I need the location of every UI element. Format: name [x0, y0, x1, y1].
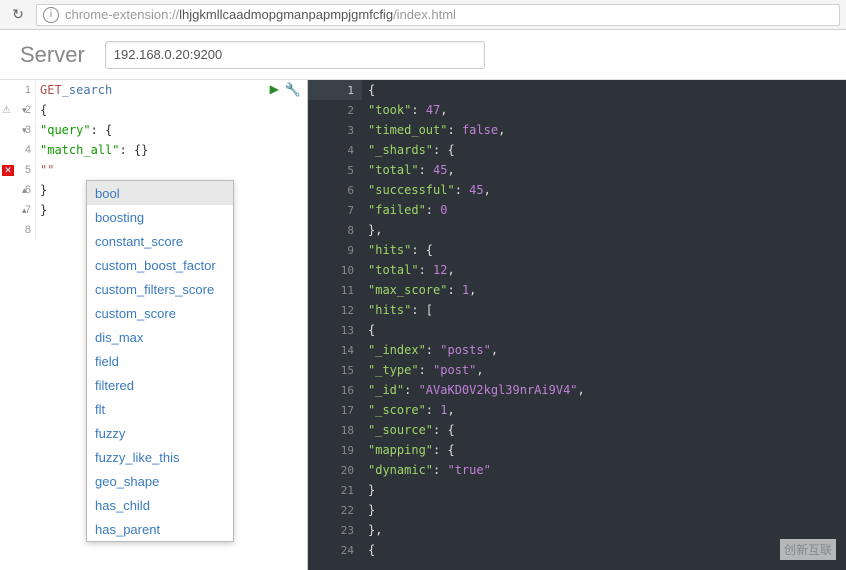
- response-gutter-line: 8: [308, 220, 362, 240]
- autocomplete-item[interactable]: filtered: [87, 373, 233, 397]
- left-gutter: 12▾⚠3▾45✕6▴7▴8: [0, 80, 36, 240]
- gutter-line: 3▾: [0, 120, 35, 140]
- autocomplete-popup: boolboostingconstant_scorecustom_boost_f…: [86, 180, 234, 542]
- response-line: },: [368, 520, 846, 540]
- editor-line[interactable]: "match_all": {}: [40, 140, 307, 160]
- response-gutter-line: 9: [308, 240, 362, 260]
- autocomplete-item[interactable]: constant_score: [87, 229, 233, 253]
- response-line: }: [368, 500, 846, 520]
- watermark: 创新互联: [780, 539, 836, 560]
- response-line: "_source": {: [368, 420, 846, 440]
- response-gutter-line: 14: [308, 340, 362, 360]
- autocomplete-item[interactable]: has_parent: [87, 517, 233, 541]
- autocomplete-item[interactable]: geo_shape: [87, 469, 233, 493]
- autocomplete-item[interactable]: dis_max: [87, 325, 233, 349]
- reload-button[interactable]: ↻: [6, 3, 30, 27]
- autocomplete-item[interactable]: fuzzy: [87, 421, 233, 445]
- response-gutter-line: 2: [308, 100, 362, 120]
- main-split: ▶ 🔧 12▾⚠3▾45✕6▴7▴8 GET _search{ "query":…: [0, 80, 846, 570]
- response-gutter-line: 1: [308, 80, 362, 100]
- server-bar: Server: [0, 30, 846, 80]
- response-gutter-line: 11: [308, 280, 362, 300]
- response-line: {: [368, 80, 846, 100]
- autocomplete-item[interactable]: custom_filters_score: [87, 277, 233, 301]
- response-line: "_type": "post",: [368, 360, 846, 380]
- response-gutter-line: 18: [308, 420, 362, 440]
- gutter-line: 7▴: [0, 200, 35, 220]
- response-gutter-line: 16: [308, 380, 362, 400]
- autocomplete-item[interactable]: custom_boost_factor: [87, 253, 233, 277]
- response-gutter-line: 24: [308, 540, 362, 560]
- response-line: "successful": 45,: [368, 180, 846, 200]
- autocomplete-item[interactable]: boosting: [87, 205, 233, 229]
- response-line: "mapping": {: [368, 440, 846, 460]
- response-gutter-line: 5: [308, 160, 362, 180]
- url-text: chrome-extension://lhjgkmllcaadmopgmanpa…: [65, 7, 456, 22]
- response-gutter-line: 3: [308, 120, 362, 140]
- autocomplete-item[interactable]: fuzzy_like_this: [87, 445, 233, 469]
- response-line: "total": 45,: [368, 160, 846, 180]
- response-gutter-line: 15: [308, 360, 362, 380]
- response-gutter-line: 4: [308, 140, 362, 160]
- editor-line[interactable]: GET _search: [40, 80, 307, 100]
- response-editor[interactable]: 123456789101112131415161718192021222324 …: [308, 80, 846, 570]
- autocomplete-item[interactable]: bool: [87, 181, 233, 205]
- autocomplete-item[interactable]: custom_score: [87, 301, 233, 325]
- error-icon: ✕: [2, 165, 14, 176]
- response-line: "_id": "AVaKD0V2kgl39nrAi9V4",: [368, 380, 846, 400]
- response-line: "timed_out": false,: [368, 120, 846, 140]
- response-gutter-line: 22: [308, 500, 362, 520]
- response-line: "hits": [: [368, 300, 846, 320]
- browser-toolbar: ↻ i chrome-extension://lhjgkmllcaadmopgm…: [0, 0, 846, 30]
- response-line: "dynamic": "true": [368, 460, 846, 480]
- response-line: }: [368, 480, 846, 500]
- editor-line[interactable]: "": [40, 160, 307, 180]
- response-gutter-line: 12: [308, 300, 362, 320]
- gutter-line: 4: [0, 140, 35, 160]
- response-line: },: [368, 220, 846, 240]
- gutter-line: 2▾⚠: [0, 100, 35, 120]
- response-gutter-line: 6: [308, 180, 362, 200]
- response-gutter-line: 21: [308, 480, 362, 500]
- autocomplete-item[interactable]: field: [87, 349, 233, 373]
- response-gutter-line: 17: [308, 400, 362, 420]
- response-line: "failed": 0: [368, 200, 846, 220]
- server-input[interactable]: [105, 41, 485, 69]
- response-gutter-line: 23: [308, 520, 362, 540]
- response-line: "took": 47,: [368, 100, 846, 120]
- response-gutter-line: 10: [308, 260, 362, 280]
- autocomplete-item[interactable]: has_child: [87, 493, 233, 517]
- response-line: {: [368, 320, 846, 340]
- gutter-line: 6▴: [0, 180, 35, 200]
- server-label: Server: [20, 42, 85, 68]
- request-editor-pane: ▶ 🔧 12▾⚠3▾45✕6▴7▴8 GET _search{ "query":…: [0, 80, 308, 570]
- gutter-line: 5✕: [0, 160, 35, 180]
- warning-icon: ⚠: [2, 105, 11, 116]
- editor-line[interactable]: {: [40, 100, 307, 120]
- response-gutter-line: 19: [308, 440, 362, 460]
- response-gutter-line: 13: [308, 320, 362, 340]
- url-bar[interactable]: i chrome-extension://lhjgkmllcaadmopgman…: [36, 4, 840, 26]
- response-pane: 123456789101112131415161718192021222324 …: [308, 80, 846, 570]
- gutter-line: 8: [0, 220, 35, 240]
- site-info-icon[interactable]: i: [43, 7, 59, 23]
- response-line: "total": 12,: [368, 260, 846, 280]
- response-line: {: [368, 540, 846, 560]
- response-line: "_index": "posts",: [368, 340, 846, 360]
- gutter-line: 1: [0, 80, 35, 100]
- response-line: "max_score": 1,: [368, 280, 846, 300]
- autocomplete-item[interactable]: flt: [87, 397, 233, 421]
- response-line: "_shards": {: [368, 140, 846, 160]
- response-gutter-line: 20: [308, 460, 362, 480]
- editor-line[interactable]: "query": {: [40, 120, 307, 140]
- response-gutter-line: 7: [308, 200, 362, 220]
- response-line: "hits": {: [368, 240, 846, 260]
- response-line: "_score": 1,: [368, 400, 846, 420]
